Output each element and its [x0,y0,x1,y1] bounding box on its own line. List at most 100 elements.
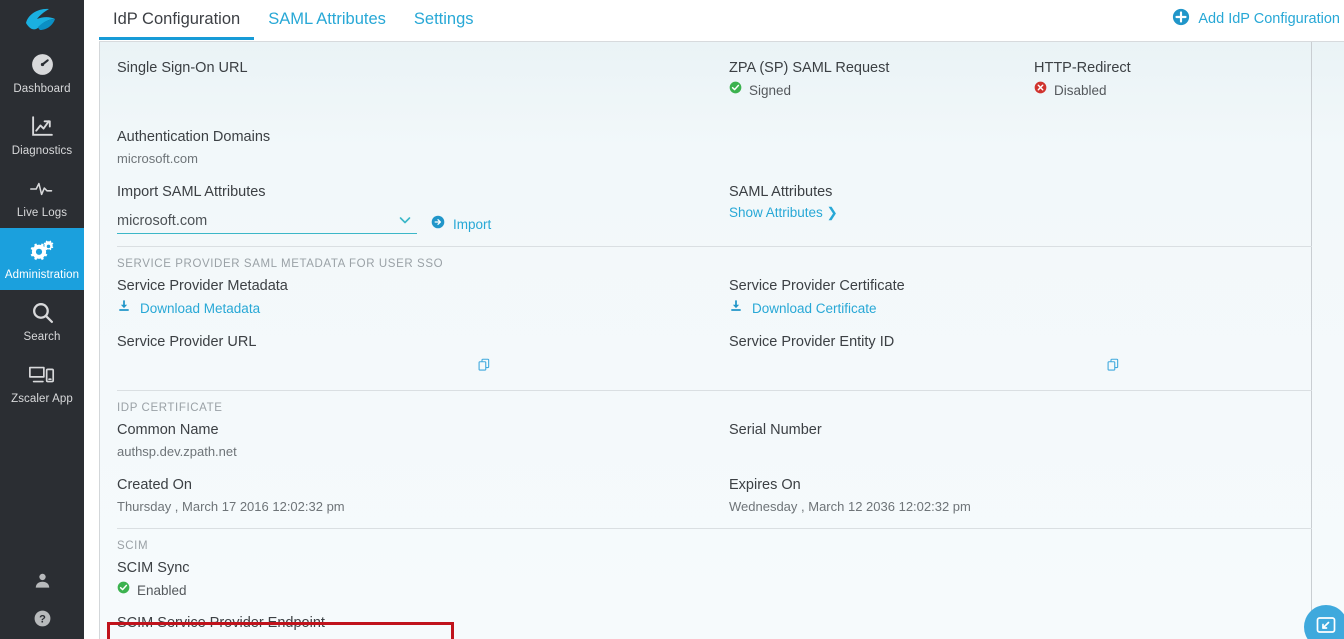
field-saml-attributes: SAML Attributes Show Attributes ❯ [729,182,1034,234]
expand-screen-button[interactable] [1304,605,1344,639]
sidebar-item-search[interactable]: Search [0,290,84,352]
field-expires-on: Expires On Wednesday , March 12 2036 12:… [729,475,1034,516]
status-badge: Disabled [1034,81,1312,99]
status-text: Signed [749,82,792,98]
section-title-scim: SCIM [117,540,149,552]
check-circle-icon [729,81,742,99]
sidebar-item-label: Search [23,330,61,343]
field-label: Single Sign-On URL [117,60,248,76]
tab-label: SAML Attributes [268,10,386,28]
field-label: Service Provider URL [117,334,257,350]
field-label: SCIM Service Provider Endpoint [117,615,325,631]
tab-label: IdP Configuration [113,10,241,28]
download-certificate-label: Download Certificate [752,301,877,316]
tab-bar: IdP Configuration SAML Attributes Settin… [84,0,1344,42]
field-service-provider-metadata: Service Provider Metadata Download Metad… [117,276,729,318]
scim-row-2: SCIM Service Provider Endpoint [117,613,1312,635]
sidebar-item-dashboard[interactable]: Dashboard [0,42,84,104]
top-section-row-3: Import SAML Attributes microsoft.com Imp… [117,182,1312,234]
download-icon [729,299,743,318]
download-icon [117,299,131,318]
tab-idp-configuration[interactable]: IdP Configuration [99,0,255,40]
field-service-provider-url: Service Provider URL [117,332,729,378]
download-metadata-label: Download Metadata [140,301,261,316]
sidebar-item-label: Diagnostics [11,144,73,157]
idp-configuration-panel: Single Sign-On URL ZPA (SP) SAML Request… [99,42,1344,635]
status-text: Enabled [137,582,187,598]
tab-settings[interactable]: Settings [400,0,488,40]
app-logo[interactable] [0,0,84,42]
chart-arrow-icon [30,114,55,140]
import-saml-attributes-select-wrap: microsoft.com [117,208,417,234]
field-label: Service Provider Entity ID [729,334,895,350]
add-idp-configuration-button[interactable]: Add IdP Configuration [1172,8,1340,30]
field-single-sign-on-url: Single Sign-On URL [117,58,729,99]
help-icon[interactable]: ? [33,609,52,633]
field-label: Import SAML Attributes [117,184,266,200]
field-label: Authentication Domains [117,129,271,145]
sidebar-item-administration[interactable]: Administration [0,228,84,290]
tab-label: Settings [413,10,474,28]
import-saml-attributes-select[interactable]: microsoft.com [117,208,417,234]
field-label: Serial Number [729,422,822,438]
check-circle-icon [117,581,130,599]
field-authentication-domains: Authentication Domains microsoft.com [117,127,729,168]
field-service-provider-entity-id: Service Provider Entity ID [729,332,1119,378]
sidebar-item-label: Live Logs [16,206,68,219]
sidebar-item-zscaler-app[interactable]: Zscaler App [0,352,84,414]
copy-icon[interactable] [477,358,492,378]
import-button[interactable]: Import [431,215,491,234]
search-icon [30,300,55,326]
field-service-provider-certificate: Service Provider Certificate Download Ce… [729,276,1034,318]
sidebar-item-diagnostics[interactable]: Diagnostics [0,104,84,166]
section-title-idp-certificate: IdP CERTIFICATE [117,402,223,414]
download-certificate-link[interactable]: Download Certificate [729,299,1034,318]
sidebar-item-label: Administration [4,268,80,281]
application-window: Dashboard Diagnostics Live Logs Administ… [0,0,1344,639]
sp-metadata-row-1: Service Provider Metadata Download Metad… [117,276,1312,318]
field-serial-number: Serial Number [729,420,1034,461]
add-idp-configuration-label: Add IdP Configuration [1198,11,1340,27]
field-label: Expires On [729,477,801,493]
idp-certificate-row-2: Created On Thursday , March 17 2016 12:0… [117,475,1312,516]
field-label: Service Provider Metadata [117,278,288,294]
field-label: Created On [117,477,192,493]
field-label: HTTP-Redirect [1034,60,1131,76]
import-label: Import [453,217,492,232]
tab-saml-attributes[interactable]: SAML Attributes [254,0,400,40]
download-metadata-link[interactable]: Download Metadata [117,299,729,318]
x-circle-icon [1034,81,1047,99]
content-scroll-area[interactable]: Single Sign-On URL ZPA (SP) SAML Request… [99,42,1344,639]
sidebar-bottom-actions: ? [0,571,84,633]
gears-icon [28,238,56,264]
svg-text:?: ? [39,613,46,625]
devices-icon [28,362,56,388]
sidebar-item-label: Dashboard [13,82,71,95]
section-title-sp-metadata: SERVICE PROVIDER SAML METADATA FOR USER … [117,258,444,270]
user-icon[interactable] [33,571,52,595]
section-divider [117,390,1312,391]
field-value: Wednesday , March 12 2036 12:02:32 pm [729,499,971,514]
select-value: microsoft.com [117,212,208,229]
show-attributes-link[interactable]: Show Attributes ❯ [729,205,1034,221]
field-label: Service Provider Certificate [729,278,905,294]
field-scim-sync: SCIM Sync Enabled [117,558,729,599]
field-scim-service-provider-endpoint: SCIM Service Provider Endpoint [117,613,729,635]
sidebar-item-live-logs[interactable]: Live Logs [0,166,84,228]
status-text: Disabled [1054,82,1107,98]
field-created-on: Created On Thursday , March 17 2016 12:0… [117,475,729,516]
plus-circle-icon [1172,8,1190,30]
chevron-down-icon[interactable] [397,212,413,233]
field-zpa-sp-saml-request: ZPA (SP) SAML Request Signed [729,58,1034,99]
top-section-row-1: Single Sign-On URL ZPA (SP) SAML Request… [117,58,1312,99]
